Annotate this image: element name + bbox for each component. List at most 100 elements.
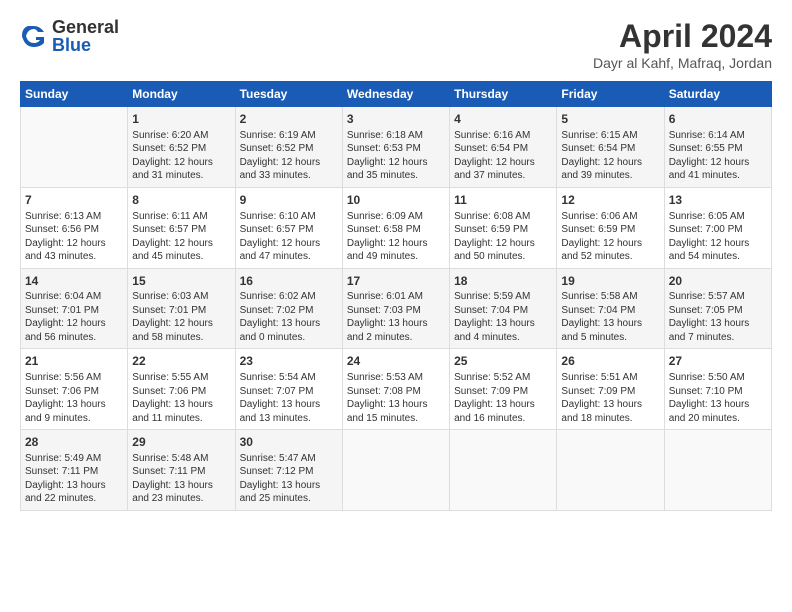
calendar-cell: 19Sunrise: 5:58 AMSunset: 7:04 PMDayligh… bbox=[557, 268, 664, 349]
day-number: 12 bbox=[561, 192, 659, 209]
calendar-cell: 29Sunrise: 5:48 AMSunset: 7:11 PMDayligh… bbox=[128, 430, 235, 511]
calendar-cell: 30Sunrise: 5:47 AMSunset: 7:12 PMDayligh… bbox=[235, 430, 342, 511]
day-number: 25 bbox=[454, 353, 552, 370]
location: Dayr al Kahf, Mafraq, Jordan bbox=[593, 55, 772, 71]
col-wednesday: Wednesday bbox=[342, 82, 449, 107]
calendar-cell: 11Sunrise: 6:08 AMSunset: 6:59 PMDayligh… bbox=[450, 187, 557, 268]
cell-info: Sunrise: 5:51 AMSunset: 7:09 PMDaylight:… bbox=[561, 371, 659, 425]
cell-info: Sunrise: 5:54 AMSunset: 7:07 PMDaylight:… bbox=[240, 371, 338, 425]
day-number: 1 bbox=[132, 111, 230, 128]
calendar-cell: 15Sunrise: 6:03 AMSunset: 7:01 PMDayligh… bbox=[128, 268, 235, 349]
calendar-table: Sunday Monday Tuesday Wednesday Thursday… bbox=[20, 81, 772, 511]
calendar-cell: 1Sunrise: 6:20 AMSunset: 6:52 PMDaylight… bbox=[128, 107, 235, 188]
calendar-cell: 14Sunrise: 6:04 AMSunset: 7:01 PMDayligh… bbox=[21, 268, 128, 349]
day-number: 14 bbox=[25, 273, 123, 290]
day-number: 17 bbox=[347, 273, 445, 290]
day-number: 4 bbox=[454, 111, 552, 128]
day-number: 18 bbox=[454, 273, 552, 290]
day-number: 8 bbox=[132, 192, 230, 209]
calendar-cell bbox=[450, 430, 557, 511]
day-number: 16 bbox=[240, 273, 338, 290]
cell-info: Sunrise: 5:53 AMSunset: 7:08 PMDaylight:… bbox=[347, 371, 445, 425]
day-number: 7 bbox=[25, 192, 123, 209]
day-number: 2 bbox=[240, 111, 338, 128]
calendar-cell bbox=[21, 107, 128, 188]
cell-info: Sunrise: 6:20 AMSunset: 6:52 PMDaylight:… bbox=[132, 129, 230, 183]
day-number: 15 bbox=[132, 273, 230, 290]
cell-info: Sunrise: 5:57 AMSunset: 7:05 PMDaylight:… bbox=[669, 290, 767, 344]
cell-info: Sunrise: 5:55 AMSunset: 7:06 PMDaylight:… bbox=[132, 371, 230, 425]
col-tuesday: Tuesday bbox=[235, 82, 342, 107]
cell-info: Sunrise: 5:48 AMSunset: 7:11 PMDaylight:… bbox=[132, 452, 230, 506]
calendar-cell: 21Sunrise: 5:56 AMSunset: 7:06 PMDayligh… bbox=[21, 349, 128, 430]
calendar-week-2: 7Sunrise: 6:13 AMSunset: 6:56 PMDaylight… bbox=[21, 187, 772, 268]
cell-info: Sunrise: 5:58 AMSunset: 7:04 PMDaylight:… bbox=[561, 290, 659, 344]
cell-info: Sunrise: 6:05 AMSunset: 7:00 PMDaylight:… bbox=[669, 210, 767, 264]
day-number: 22 bbox=[132, 353, 230, 370]
day-number: 6 bbox=[669, 111, 767, 128]
cell-info: Sunrise: 5:52 AMSunset: 7:09 PMDaylight:… bbox=[454, 371, 552, 425]
cell-info: Sunrise: 6:16 AMSunset: 6:54 PMDaylight:… bbox=[454, 129, 552, 183]
calendar-cell: 7Sunrise: 6:13 AMSunset: 6:56 PMDaylight… bbox=[21, 187, 128, 268]
col-sunday: Sunday bbox=[21, 82, 128, 107]
header: General Blue April 2024 Dayr al Kahf, Ma… bbox=[20, 18, 772, 71]
cell-info: Sunrise: 6:14 AMSunset: 6:55 PMDaylight:… bbox=[669, 129, 767, 183]
calendar-cell: 13Sunrise: 6:05 AMSunset: 7:00 PMDayligh… bbox=[664, 187, 771, 268]
calendar-cell: 28Sunrise: 5:49 AMSunset: 7:11 PMDayligh… bbox=[21, 430, 128, 511]
cell-info: Sunrise: 6:04 AMSunset: 7:01 PMDaylight:… bbox=[25, 290, 123, 344]
calendar-cell: 5Sunrise: 6:15 AMSunset: 6:54 PMDaylight… bbox=[557, 107, 664, 188]
cell-info: Sunrise: 6:13 AMSunset: 6:56 PMDaylight:… bbox=[25, 210, 123, 264]
cell-info: Sunrise: 6:10 AMSunset: 6:57 PMDaylight:… bbox=[240, 210, 338, 264]
cell-info: Sunrise: 6:09 AMSunset: 6:58 PMDaylight:… bbox=[347, 210, 445, 264]
day-number: 29 bbox=[132, 434, 230, 451]
logo: General Blue bbox=[20, 18, 119, 54]
calendar-cell: 17Sunrise: 6:01 AMSunset: 7:03 PMDayligh… bbox=[342, 268, 449, 349]
calendar-cell: 12Sunrise: 6:06 AMSunset: 6:59 PMDayligh… bbox=[557, 187, 664, 268]
calendar-cell: 6Sunrise: 6:14 AMSunset: 6:55 PMDaylight… bbox=[664, 107, 771, 188]
calendar-cell: 22Sunrise: 5:55 AMSunset: 7:06 PMDayligh… bbox=[128, 349, 235, 430]
logo-general-text: General bbox=[52, 18, 119, 36]
header-row: Sunday Monday Tuesday Wednesday Thursday… bbox=[21, 82, 772, 107]
logo-blue-text: Blue bbox=[52, 36, 119, 54]
calendar-week-1: 1Sunrise: 6:20 AMSunset: 6:52 PMDaylight… bbox=[21, 107, 772, 188]
calendar-cell bbox=[557, 430, 664, 511]
cell-info: Sunrise: 6:11 AMSunset: 6:57 PMDaylight:… bbox=[132, 210, 230, 264]
calendar-cell: 4Sunrise: 6:16 AMSunset: 6:54 PMDaylight… bbox=[450, 107, 557, 188]
col-thursday: Thursday bbox=[450, 82, 557, 107]
calendar-cell: 24Sunrise: 5:53 AMSunset: 7:08 PMDayligh… bbox=[342, 349, 449, 430]
page: General Blue April 2024 Dayr al Kahf, Ma… bbox=[0, 0, 792, 521]
cell-info: Sunrise: 5:49 AMSunset: 7:11 PMDaylight:… bbox=[25, 452, 123, 506]
cell-info: Sunrise: 6:02 AMSunset: 7:02 PMDaylight:… bbox=[240, 290, 338, 344]
calendar-cell: 26Sunrise: 5:51 AMSunset: 7:09 PMDayligh… bbox=[557, 349, 664, 430]
day-number: 24 bbox=[347, 353, 445, 370]
calendar-week-4: 21Sunrise: 5:56 AMSunset: 7:06 PMDayligh… bbox=[21, 349, 772, 430]
calendar-cell bbox=[342, 430, 449, 511]
calendar-week-5: 28Sunrise: 5:49 AMSunset: 7:11 PMDayligh… bbox=[21, 430, 772, 511]
calendar-cell: 8Sunrise: 6:11 AMSunset: 6:57 PMDaylight… bbox=[128, 187, 235, 268]
title-block: April 2024 Dayr al Kahf, Mafraq, Jordan bbox=[593, 18, 772, 71]
calendar-cell: 25Sunrise: 5:52 AMSunset: 7:09 PMDayligh… bbox=[450, 349, 557, 430]
day-number: 19 bbox=[561, 273, 659, 290]
day-number: 10 bbox=[347, 192, 445, 209]
calendar-cell: 27Sunrise: 5:50 AMSunset: 7:10 PMDayligh… bbox=[664, 349, 771, 430]
cell-info: Sunrise: 6:08 AMSunset: 6:59 PMDaylight:… bbox=[454, 210, 552, 264]
cell-info: Sunrise: 6:15 AMSunset: 6:54 PMDaylight:… bbox=[561, 129, 659, 183]
calendar-cell: 9Sunrise: 6:10 AMSunset: 6:57 PMDaylight… bbox=[235, 187, 342, 268]
day-number: 27 bbox=[669, 353, 767, 370]
day-number: 20 bbox=[669, 273, 767, 290]
calendar-cell: 18Sunrise: 5:59 AMSunset: 7:04 PMDayligh… bbox=[450, 268, 557, 349]
calendar-cell: 20Sunrise: 5:57 AMSunset: 7:05 PMDayligh… bbox=[664, 268, 771, 349]
cell-info: Sunrise: 5:59 AMSunset: 7:04 PMDaylight:… bbox=[454, 290, 552, 344]
col-friday: Friday bbox=[557, 82, 664, 107]
day-number: 9 bbox=[240, 192, 338, 209]
logo-text: General Blue bbox=[52, 18, 119, 54]
calendar-cell: 10Sunrise: 6:09 AMSunset: 6:58 PMDayligh… bbox=[342, 187, 449, 268]
col-monday: Monday bbox=[128, 82, 235, 107]
calendar-week-3: 14Sunrise: 6:04 AMSunset: 7:01 PMDayligh… bbox=[21, 268, 772, 349]
col-saturday: Saturday bbox=[664, 82, 771, 107]
day-number: 21 bbox=[25, 353, 123, 370]
day-number: 28 bbox=[25, 434, 123, 451]
day-number: 13 bbox=[669, 192, 767, 209]
cell-info: Sunrise: 6:18 AMSunset: 6:53 PMDaylight:… bbox=[347, 129, 445, 183]
calendar-cell: 3Sunrise: 6:18 AMSunset: 6:53 PMDaylight… bbox=[342, 107, 449, 188]
